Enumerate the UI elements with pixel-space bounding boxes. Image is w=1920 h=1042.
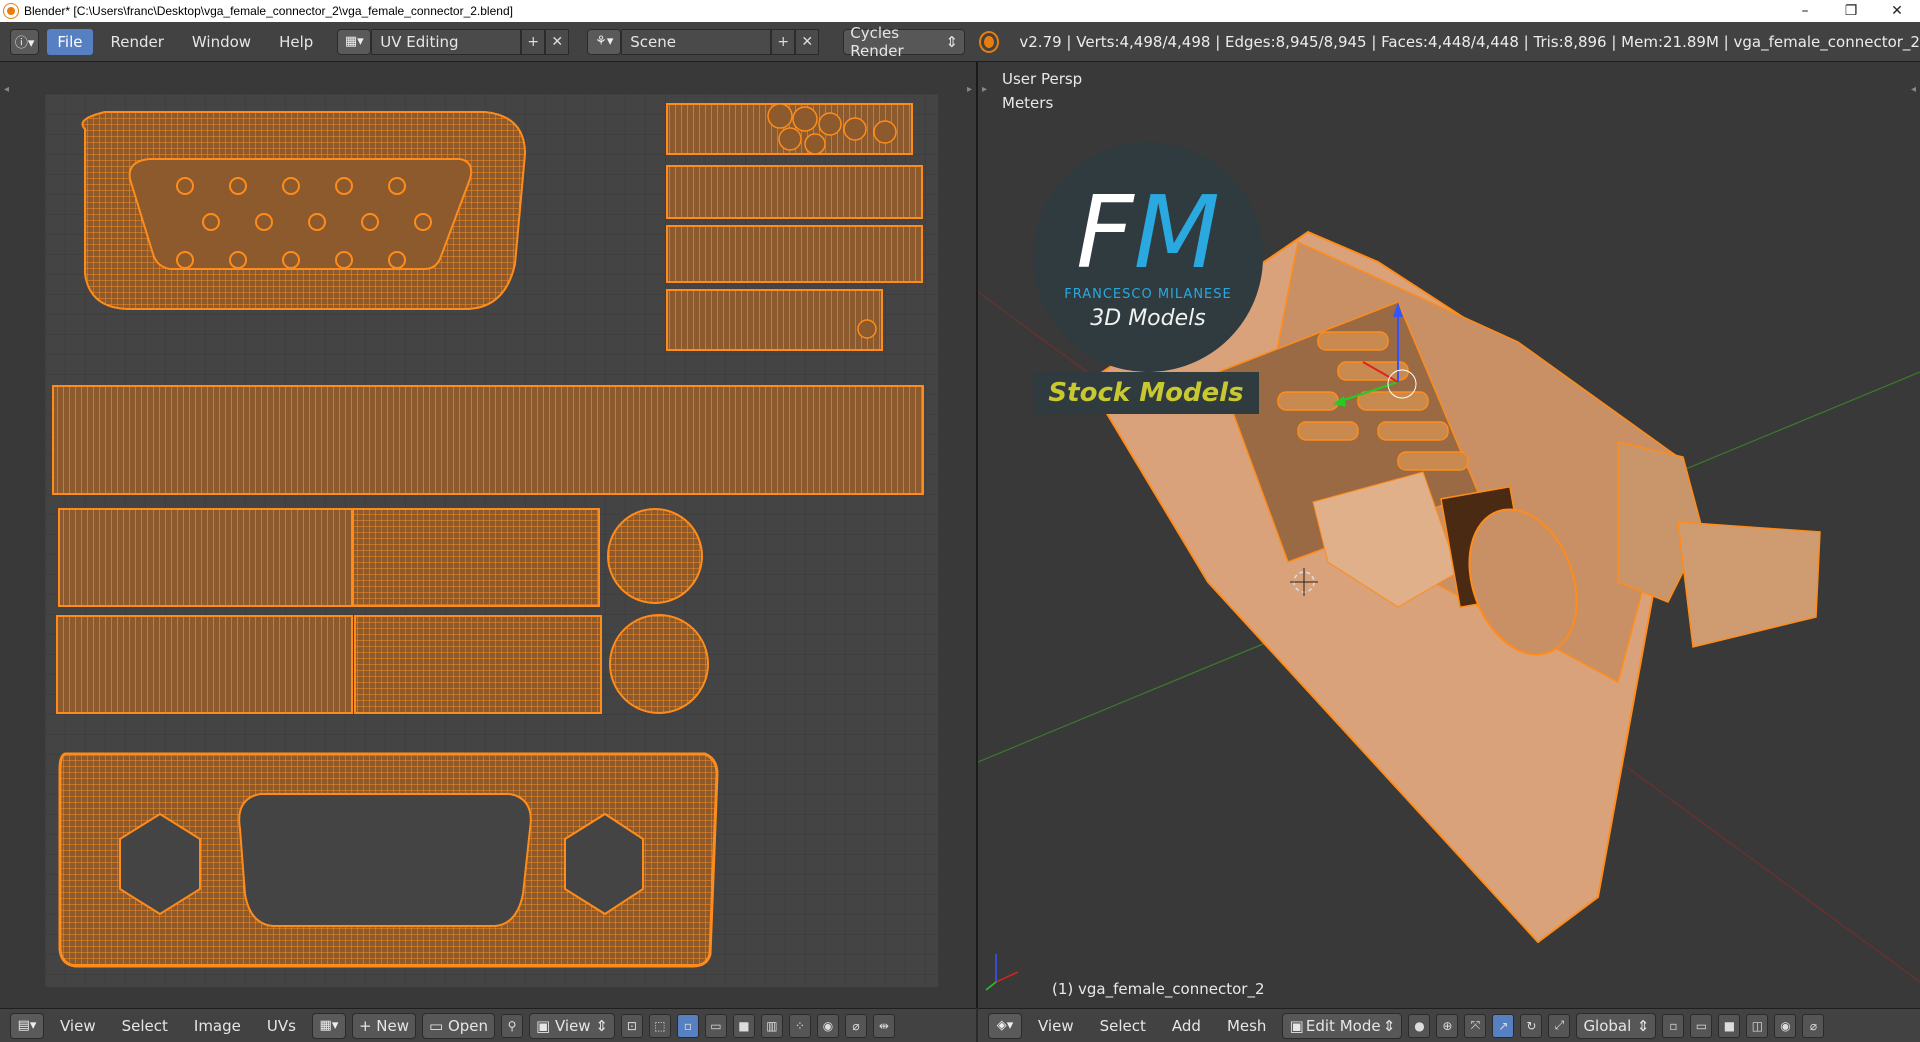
menu-render[interactable]: Render <box>101 29 174 55</box>
uv-menu-image[interactable]: Image <box>184 1017 251 1035</box>
view3d-menu-add[interactable]: Add <box>1162 1017 1211 1035</box>
proportional-editing-icon[interactable]: ◉ <box>1774 1013 1797 1038</box>
uv-island-dshell-front[interactable] <box>81 111 527 310</box>
active-object-label: (1) vga_female_connector_2 <box>1052 980 1265 998</box>
view3d-menu-mesh[interactable]: Mesh <box>1217 1017 1277 1035</box>
face-select-icon[interactable]: ■ <box>732 1013 755 1038</box>
face-select-mode-icon[interactable]: ■ <box>1718 1013 1741 1038</box>
edge-select-icon[interactable]: ▭ <box>704 1013 727 1038</box>
snap-target-icon[interactable]: ⇹ <box>872 1013 895 1038</box>
window-titlebar: Blender* [C:\Users\franc\Desktop\vga_fem… <box>0 0 1920 22</box>
uv-island-shell-strip[interactable] <box>52 385 924 495</box>
menu-window[interactable]: Window <box>182 29 261 55</box>
image-browse-icon[interactable]: ▦▾ <box>311 1012 346 1039</box>
pivot-icon[interactable]: ⊡ <box>620 1013 643 1038</box>
sync-select-icon[interactable]: ⬚ <box>648 1013 671 1038</box>
blender-app-icon <box>4 4 18 18</box>
interaction-mode-select[interactable]: ▣ Edit Mode ⇕ <box>1282 1012 1403 1039</box>
scale-icon[interactable]: ⤢ <box>1548 1013 1571 1038</box>
restore-button[interactable]: ❐ <box>1828 0 1874 22</box>
proportional-edit-icon[interactable]: ◉ <box>816 1013 839 1038</box>
view-mode-select[interactable]: ▣ View ⇕ <box>529 1012 615 1039</box>
manipulator-toggle-icon[interactable]: ⤧ <box>1464 1013 1487 1038</box>
sticky-select-icon[interactable]: ⁘ <box>788 1013 811 1038</box>
logo-name: FRANCESCO MILANESE <box>1064 287 1232 302</box>
info-header: ⓘ▾ File Render Window Help ▦▾ UV Editing… <box>0 22 1920 62</box>
remove-screen-icon[interactable]: ✕ <box>545 28 570 55</box>
scene-field[interactable]: Scene <box>621 28 772 55</box>
view3d-menu-select[interactable]: Select <box>1090 1017 1156 1035</box>
plus-icon: + <box>358 1016 377 1035</box>
close-button[interactable]: ✕ <box>1874 0 1920 22</box>
render-engine-label: Cycles Render <box>850 23 904 60</box>
uv-island-flange[interactable] <box>58 752 719 968</box>
screen-layout-field[interactable]: UV Editing <box>371 28 522 55</box>
render-engine-select[interactable]: Cycles Render ⇕ <box>843 24 966 60</box>
open-image-button[interactable]: ▭ Open <box>422 1012 496 1039</box>
view3d-header: ◈▾ View Select Add Mesh ▣ Edit Mode ⇕ ● … <box>978 1008 1920 1042</box>
scene-statistics: v2.79 | Verts:4,498/4,498 | Edges:8,945/… <box>1019 32 1920 51</box>
blender-logo-icon <box>981 32 998 51</box>
image-icon: ▣ <box>536 1016 555 1035</box>
uv-image-editor[interactable]: ◂ ▸ <box>0 62 976 1008</box>
3d-viewport[interactable]: ▸ ◂ User Persp Meters FM FRANCESCO MILAN… <box>978 62 1920 1008</box>
editor-type-image-icon[interactable]: ▤▾ <box>10 1012 44 1039</box>
vertex-select-icon[interactable]: ▫ <box>676 1013 699 1038</box>
folder-icon: ▭ <box>429 1016 448 1035</box>
uv-menu-uvs[interactable]: UVs <box>257 1017 306 1035</box>
logo-banner: Stock Models <box>1033 372 1259 414</box>
uv-menu-view[interactable]: View <box>50 1017 106 1035</box>
new-image-button[interactable]: + New <box>351 1012 416 1039</box>
uv-canvas[interactable] <box>45 94 938 987</box>
window-title: Blender* [C:\Users\franc\Desktop\vga_fem… <box>24 4 513 18</box>
menu-file[interactable]: File <box>47 28 93 55</box>
editor-type-3d-icon[interactable]: ◈▾ <box>988 1012 1022 1039</box>
region-expand-icon[interactable]: ◂ <box>4 84 9 95</box>
pivot-point-icon[interactable]: ⊕ <box>1436 1013 1459 1038</box>
island-select-icon[interactable]: ▥ <box>760 1013 783 1038</box>
snapping-icon[interactable]: ⌀ <box>1802 1013 1825 1038</box>
screen-layout-icon[interactable]: ▦▾ <box>337 28 372 55</box>
axis-gizmo-icon <box>985 954 1019 991</box>
chevron-updown-icon: ⇕ <box>590 1016 608 1035</box>
rotate-icon[interactable]: ↻ <box>1520 1013 1543 1038</box>
chevron-updown-icon: ⇕ <box>1636 1016 1650 1035</box>
uv-menu-select[interactable]: Select <box>112 1017 178 1035</box>
edit-mode-icon: ▣ <box>1289 1016 1304 1035</box>
editor-type-info-icon[interactable]: ⓘ▾ <box>10 28 40 55</box>
add-scene-icon[interactable]: + <box>771 28 796 55</box>
chevron-updown-icon: ⇕ <box>1382 1016 1396 1035</box>
logo-circle: FM FRANCESCO MILANESE 3D Models <box>1033 142 1263 372</box>
remove-scene-icon[interactable]: ✕ <box>795 28 820 55</box>
watermark-logo: FM FRANCESCO MILANESE 3D Models Stock Mo… <box>1033 142 1263 414</box>
occlude-geometry-icon[interactable]: ◫ <box>1746 1013 1769 1038</box>
translate-icon[interactable]: ↗ <box>1492 1013 1515 1038</box>
minimize-button[interactable]: – <box>1782 0 1828 22</box>
snap-icon[interactable]: ⌀ <box>844 1013 867 1038</box>
vertex-select-mode-icon[interactable]: ▫ <box>1662 1013 1685 1038</box>
menu-help[interactable]: Help <box>269 29 323 55</box>
shading-solid-icon[interactable]: ● <box>1408 1013 1431 1038</box>
pin-icon[interactable]: ⚲ <box>501 1013 524 1038</box>
region-expand-icon-right[interactable]: ▸ <box>967 84 972 95</box>
add-screen-icon[interactable]: + <box>521 28 546 55</box>
view3d-menu-view[interactable]: View <box>1028 1017 1084 1035</box>
orientation-select[interactable]: Global ⇕ <box>1576 1012 1657 1039</box>
chevron-updown-icon: ⇕ <box>945 32 959 51</box>
uv-editor-header: ▤▾ View Select Image UVs ▦▾ + New ▭ Open… <box>0 1008 976 1042</box>
logo-monogram: FM <box>1076 174 1220 291</box>
logo-tagline: 3D Models <box>1090 306 1206 331</box>
scene-icon[interactable]: ⚘▾ <box>587 28 622 55</box>
edge-select-mode-icon[interactable]: ▭ <box>1690 1013 1713 1038</box>
